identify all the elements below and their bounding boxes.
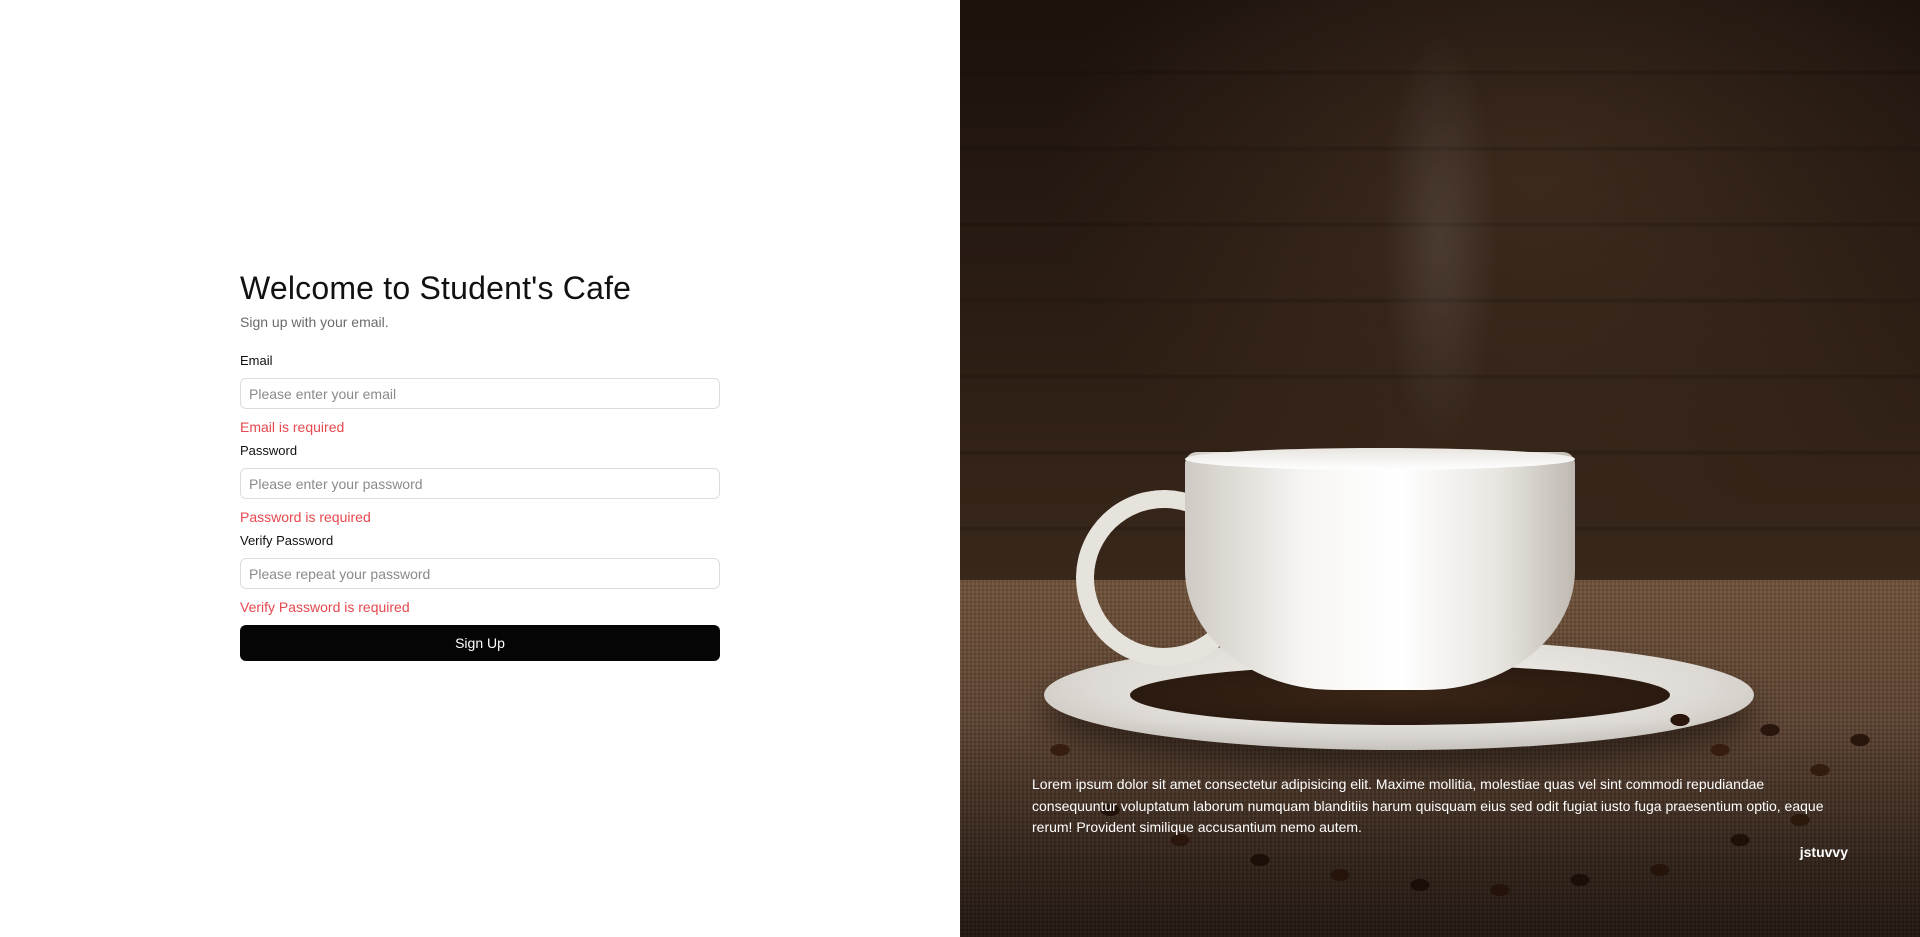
page-title: Welcome to Student's Cafe xyxy=(240,270,632,306)
password-label: Password xyxy=(240,443,298,458)
password-error: Password is required xyxy=(240,509,371,525)
page-subtitle: Sign up with your email. xyxy=(240,314,389,330)
email-label: Email xyxy=(240,353,273,368)
verify-password-label: Verify Password xyxy=(240,533,334,548)
page: Welcome to Student's Cafe Sign up with y… xyxy=(0,0,1920,937)
verify-password-field-group: Verify Password Verify Password is requi… xyxy=(240,532,720,616)
sign-up-button[interactable]: Sign Up xyxy=(240,625,720,661)
signup-panel: Welcome to Student's Cafe Sign up with y… xyxy=(0,0,960,937)
steam xyxy=(1380,20,1500,460)
signup-form: Welcome to Student's Cafe Sign up with y… xyxy=(240,268,720,661)
email-field-group: Email Email is required xyxy=(240,352,720,436)
verify-password-error: Verify Password is required xyxy=(240,599,410,615)
hero-image-panel: Lorem ipsum dolor sit amet consectetur a… xyxy=(960,0,1920,937)
password-field-group: Password Password is required xyxy=(240,442,720,526)
password-input[interactable] xyxy=(240,468,720,499)
hero-quote: Lorem ipsum dolor sit amet consectetur a… xyxy=(1032,776,1824,835)
email-error: Email is required xyxy=(240,419,345,435)
verify-password-input[interactable] xyxy=(240,558,720,589)
cup-rim xyxy=(1185,448,1575,470)
hero-author: jstuvvy xyxy=(1799,844,1848,860)
email-input[interactable] xyxy=(240,378,720,409)
